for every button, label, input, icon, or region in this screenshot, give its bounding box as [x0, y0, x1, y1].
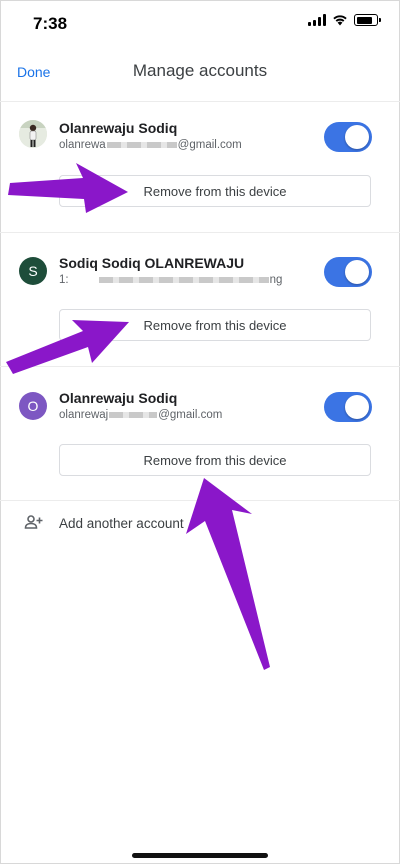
- avatar[interactable]: [19, 120, 47, 148]
- divider: [0, 500, 400, 501]
- profile-photo: [19, 120, 47, 148]
- battery-icon: [354, 14, 381, 26]
- status-icons: [308, 14, 381, 26]
- status-time: 7:38: [33, 14, 68, 33]
- account-toggle[interactable]: [324, 122, 372, 152]
- email-end: @gmail.com: [158, 409, 223, 421]
- email-start: 1:: [59, 274, 69, 286]
- home-indicator[interactable]: [132, 853, 268, 858]
- add-account-row[interactable]: Add another account: [0, 508, 400, 540]
- account-name: Sodiq Sodiq OLANREWAJU: [59, 255, 245, 271]
- redacted-text: [106, 141, 177, 148]
- email-end: ng: [269, 274, 283, 286]
- divider: [0, 366, 400, 367]
- avatar[interactable]: O: [19, 392, 47, 420]
- email-start: olanrewaj: [59, 409, 109, 421]
- account-toggle[interactable]: [324, 257, 372, 287]
- avatar-letter: O: [27, 398, 39, 414]
- page-title: Manage accounts: [132, 61, 268, 80]
- signal-icon: [308, 14, 326, 26]
- email-start: olanrewa: [59, 139, 106, 151]
- remove-account-button[interactable]: Remove from this device: [59, 309, 371, 341]
- header: Manage accounts Done: [0, 54, 400, 90]
- email-end: @gmail.com: [177, 139, 242, 151]
- wifi-icon: [333, 15, 347, 26]
- avatar[interactable]: S: [19, 257, 47, 285]
- account-email: olanrewa @gmail.com: [59, 139, 242, 151]
- remove-account-button[interactable]: Remove from this device: [59, 175, 371, 207]
- account-name: Olanrewaju Sodiq: [59, 390, 178, 406]
- status-bar: 7:38: [0, 0, 400, 44]
- account-toggle[interactable]: [324, 392, 372, 422]
- add-account-label: Add another account: [59, 516, 184, 531]
- account-name: Olanrewaju Sodiq: [59, 120, 178, 136]
- remove-account-button[interactable]: Remove from this device: [59, 444, 371, 476]
- redacted-text: [109, 411, 158, 418]
- redacted-text: [98, 276, 269, 283]
- avatar-letter: S: [28, 263, 38, 279]
- account-email: 1: ng: [59, 274, 282, 286]
- divider: [0, 101, 400, 102]
- done-button[interactable]: Done: [17, 64, 50, 80]
- add-person-icon: [24, 515, 43, 529]
- divider: [0, 232, 400, 233]
- account-email: olanrewaj @gmail.com: [59, 409, 222, 421]
